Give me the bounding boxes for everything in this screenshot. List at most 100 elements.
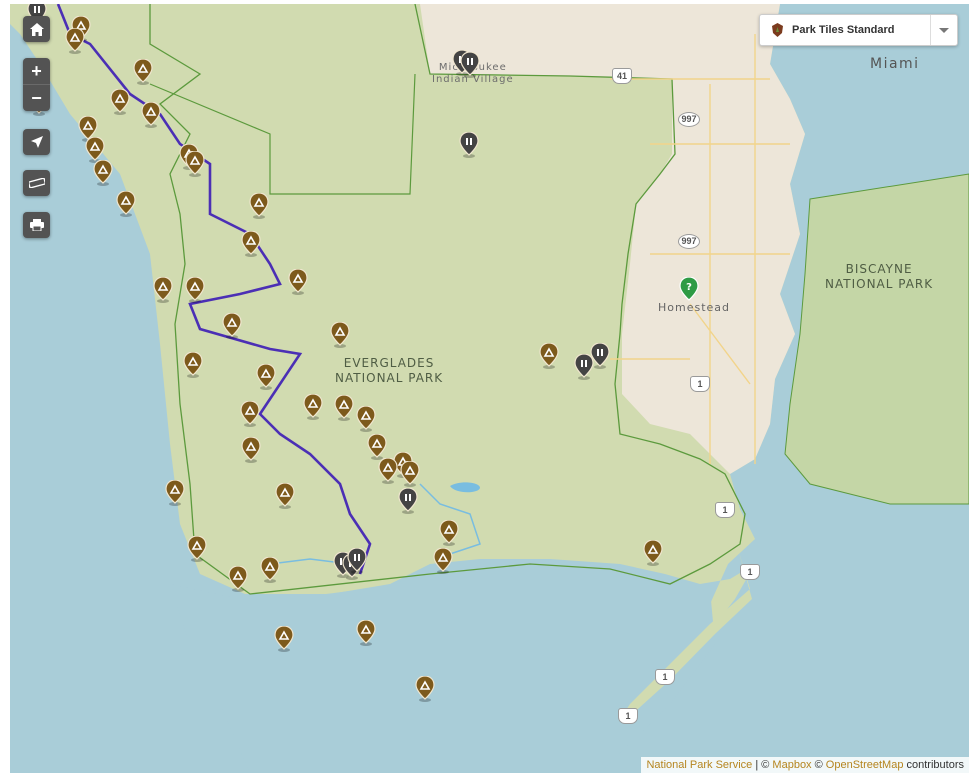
campsite-icon (185, 150, 205, 177)
print-control (23, 212, 50, 238)
information-marker[interactable]: ? (679, 276, 699, 303)
campsite-marker[interactable] (183, 351, 203, 378)
restroom-icon (347, 547, 367, 574)
restroom-marker[interactable] (347, 547, 367, 574)
everglades-label-line2: NATIONAL PARK (335, 371, 444, 385)
ruler-icon (28, 178, 45, 188)
campsite-icon (116, 190, 136, 217)
campsite-marker[interactable] (334, 394, 354, 421)
us-1-shield: 1 (618, 708, 638, 724)
restroom-marker[interactable] (590, 342, 610, 369)
campsite-marker[interactable] (274, 625, 294, 652)
campsite-marker[interactable] (439, 519, 459, 546)
campsite-marker[interactable] (228, 565, 248, 592)
zoom-out-button[interactable]: − (23, 84, 50, 111)
campsite-marker[interactable] (643, 539, 663, 566)
campsite-marker[interactable] (222, 312, 242, 339)
campsite-icon (240, 400, 260, 427)
campsite-marker[interactable] (356, 619, 376, 646)
zoom-in-button[interactable]: + (23, 58, 50, 84)
campsite-icon (275, 482, 295, 509)
campsite-marker[interactable] (356, 405, 376, 432)
campsite-marker[interactable] (367, 433, 387, 460)
everglades-label: EVERGLADES NATIONAL PARK (335, 356, 443, 386)
campsite-icon (378, 457, 398, 484)
campsite-marker[interactable] (330, 321, 350, 348)
campsite-marker[interactable] (93, 159, 113, 186)
campsite-marker[interactable] (378, 457, 398, 484)
locate-button[interactable] (23, 129, 50, 155)
campsite-marker[interactable] (165, 479, 185, 506)
home-icon (29, 22, 44, 36)
home-button[interactable] (23, 16, 50, 42)
campsite-icon (133, 58, 153, 85)
print-button[interactable] (23, 212, 50, 238)
restroom-marker[interactable] (460, 51, 480, 78)
campsite-marker[interactable] (141, 101, 161, 128)
campsite-icon (249, 192, 269, 219)
everglades-label-line1: EVERGLADES (343, 356, 435, 370)
map-view[interactable]: EVERGLADES NATIONAL PARK BISCAYNE NATION… (10, 4, 969, 773)
miami-label: Miami (870, 56, 920, 72)
campsite-icon (303, 393, 323, 420)
nps-arrowhead-icon (772, 23, 783, 37)
campsite-marker[interactable] (260, 556, 280, 583)
restroom-icon (398, 487, 418, 514)
attribution-mapbox-link[interactable]: Mapbox (772, 759, 811, 771)
campsite-marker[interactable] (65, 27, 85, 54)
campsite-icon (539, 342, 559, 369)
campsite-icon (241, 230, 261, 257)
campsite-marker[interactable] (256, 363, 276, 390)
campsite-marker[interactable] (240, 400, 260, 427)
campsite-icon (367, 433, 387, 460)
campsite-marker[interactable] (185, 276, 205, 303)
attribution-nps-link[interactable]: National Park Service (646, 759, 752, 771)
campsite-marker[interactable] (433, 547, 453, 574)
attribution-sep: © (814, 759, 823, 771)
campsite-icon (228, 565, 248, 592)
restroom-marker[interactable] (459, 131, 479, 158)
biscayne-label-line1: BISCAYNE (845, 262, 913, 276)
information-icon: ? (679, 276, 699, 301)
restroom-marker[interactable] (398, 487, 418, 514)
campsite-marker[interactable] (116, 190, 136, 217)
us-1-shield: 1 (655, 669, 675, 685)
campsite-marker[interactable] (275, 482, 295, 509)
campsite-icon (187, 535, 207, 562)
campsite-marker[interactable] (249, 192, 269, 219)
campsite-icon (439, 519, 459, 546)
campsite-marker[interactable] (539, 342, 559, 369)
campsite-marker[interactable] (110, 88, 130, 115)
campsite-marker[interactable] (400, 460, 420, 487)
us-1-shield: 1 (715, 502, 735, 518)
campsite-icon (93, 159, 113, 186)
biscayne-label: BISCAYNE NATIONAL PARK (825, 262, 933, 292)
restroom-icon (590, 342, 610, 369)
home-control (23, 16, 50, 42)
campsite-marker[interactable] (241, 230, 261, 257)
campsite-icon (185, 276, 205, 303)
chevron-down-icon[interactable] (930, 15, 957, 45)
campsite-marker[interactable] (133, 58, 153, 85)
restroom-icon (460, 51, 480, 78)
campsite-icon (110, 88, 130, 115)
attribution-sep: | © (755, 759, 770, 771)
measure-button[interactable] (23, 170, 50, 196)
sr-997-shield: 997 (678, 234, 700, 249)
sr-997-shield: 997 (678, 112, 700, 127)
campsite-icon (356, 405, 376, 432)
campsite-marker[interactable] (241, 436, 261, 463)
basemap-selector[interactable]: Park Tiles Standard (759, 14, 958, 46)
campsite-marker[interactable] (415, 675, 435, 702)
campsite-marker[interactable] (185, 150, 205, 177)
basemap-selected-label: Park Tiles Standard (792, 24, 895, 36)
attribution-osm-link[interactable]: OpenStreetMap (826, 759, 904, 771)
us-41-shield: 41 (612, 68, 632, 84)
campsite-marker[interactable] (303, 393, 323, 420)
campsite-marker[interactable] (187, 535, 207, 562)
locate-arrow-icon (30, 136, 43, 148)
campsite-marker[interactable] (153, 276, 173, 303)
svg-text:?: ? (686, 282, 692, 293)
campsite-marker[interactable] (288, 268, 308, 295)
campsite-icon (288, 268, 308, 295)
